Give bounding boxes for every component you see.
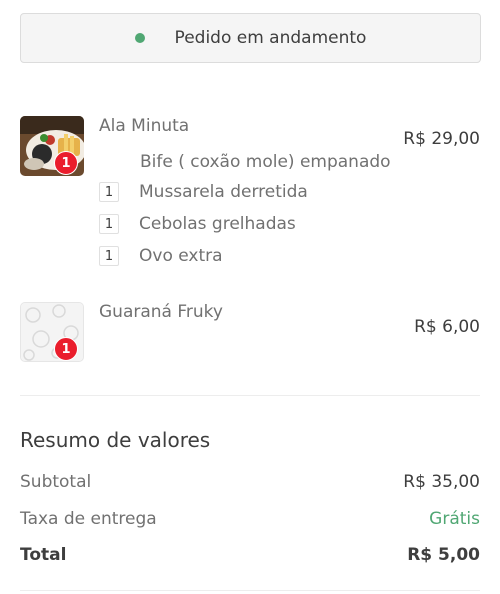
delivery-fee-row: Taxa de entrega Grátis — [20, 507, 480, 531]
order-item: 1 Ala Minuta R$ 29,00 Bife ( coxão mole)… — [20, 116, 480, 276]
item-price: R$ 29,00 — [403, 129, 480, 149]
subtotal-row: Subtotal R$ 35,00 — [20, 470, 480, 494]
subtotal-label: Subtotal — [20, 472, 92, 492]
summary-title: Resumo de valores — [20, 428, 211, 452]
divider — [20, 590, 480, 591]
extra-qty: 1 — [99, 214, 119, 234]
item-image: 1 — [20, 302, 84, 362]
divider — [20, 395, 480, 396]
total-value: R$ 5,00 — [407, 545, 480, 565]
item-extra: 1 Mussarela derretida — [99, 181, 308, 203]
item-extra: 1 Ovo extra — [99, 245, 223, 267]
item-extra: 1 Cebolas grelhadas — [99, 213, 296, 235]
subtotal-value: R$ 35,00 — [403, 472, 480, 492]
item-name: Ala Minuta — [99, 116, 190, 136]
item-price: R$ 6,00 — [414, 317, 480, 337]
order-item: 1 Guaraná Fruky R$ 6,00 — [20, 302, 480, 366]
item-image: 1 — [20, 116, 84, 176]
item-name: Guaraná Fruky — [99, 302, 223, 322]
quantity-badge: 1 — [54, 337, 78, 361]
extra-qty: 1 — [99, 246, 119, 266]
delivery-fee-value: Grátis — [429, 509, 480, 529]
extra-label: Mussarela derretida — [139, 182, 308, 202]
option-label: Bife ( coxão mole) empanado — [140, 152, 391, 172]
quantity-badge: 1 — [54, 151, 78, 175]
item-main-option: Bife ( coxão mole) empanado — [140, 151, 391, 173]
order-status-text: Pedido em andamento — [174, 28, 367, 48]
delivery-fee-label: Taxa de entrega — [20, 509, 157, 529]
extra-label: Cebolas grelhadas — [139, 214, 296, 234]
total-row: Total R$ 5,00 — [20, 543, 480, 567]
total-label: Total — [20, 545, 67, 565]
order-status-banner: Pedido em andamento — [20, 13, 481, 63]
extra-qty: 1 — [99, 182, 119, 202]
status-dot-icon — [134, 33, 145, 43]
extra-label: Ovo extra — [139, 246, 223, 266]
